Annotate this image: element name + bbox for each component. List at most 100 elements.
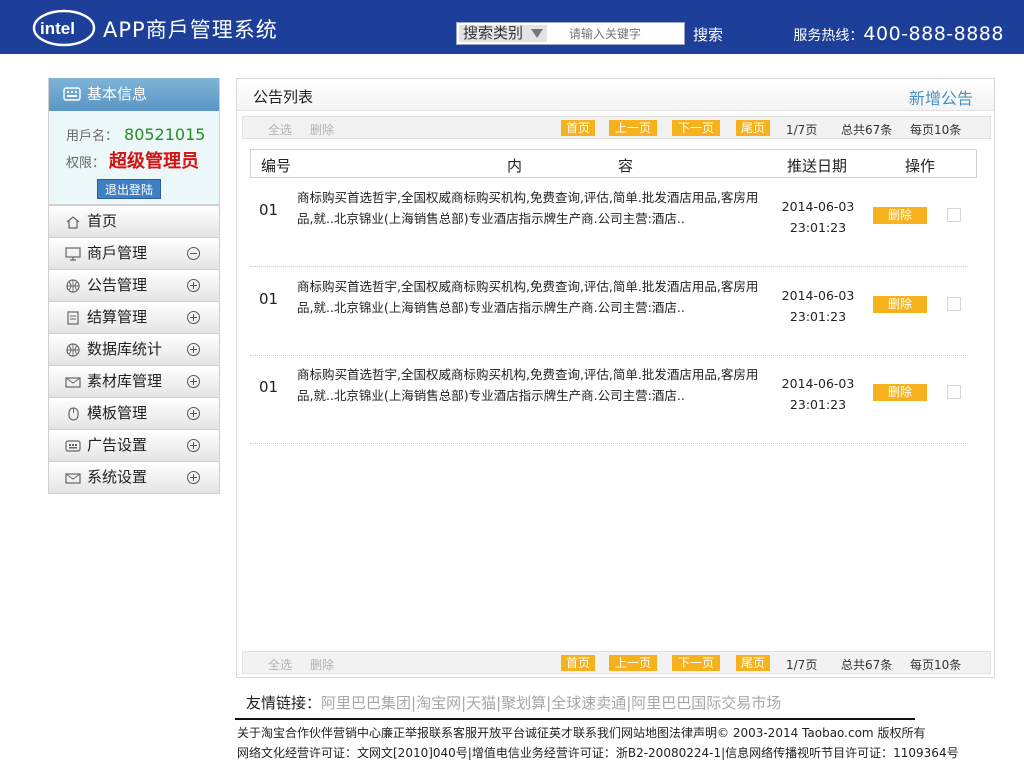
delete-button[interactable]: 删除 [873,384,927,401]
total-count: 总共67条 [841,123,893,137]
friend-links-list[interactable]: 阿里巴巴集团|淘宝网|天猫|聚划算|全球速卖通|阿里巴巴国际交易市场 [321,694,781,712]
globe-icon [66,279,80,293]
row-content: 商标购买首选哲宇,全国权威商标购买机构,免费查询,评估,简单.批发酒店用品,客房… [297,190,759,226]
home-icon [66,216,80,229]
globe-icon [66,343,80,357]
page-info: 1/7页 [786,123,818,137]
mail-icon [65,473,81,484]
sidebar-item-label: 商戶管理 [87,244,148,262]
sidebar-item-home[interactable]: 首页 [49,205,219,237]
table-row: 01 商标购买首选哲宇,全国权威商标购买机构,免费查询,评估,简单.批发酒店用品… [250,268,968,356]
sidebar-item-database-stats[interactable]: 数据库统计 [49,333,219,365]
bulk-delete-button[interactable]: 删除 [310,656,334,673]
sidebar-item-label: 公告管理 [87,276,148,294]
first-page-button[interactable]: 首页 [561,120,595,136]
per-page-count: 每页10条 [910,658,962,672]
sidebar-title: 基本信息 [87,85,148,103]
column-header-content-1: 内 [507,157,523,175]
sidebar-item-assets[interactable]: 素材库管理 [49,365,219,397]
prev-page-button[interactable]: 上一页 [609,655,657,671]
username-row: 用戶名： 80521015 [66,125,205,144]
next-page-button[interactable]: 下一页 [672,120,720,136]
friend-links-label: 友情链接： [246,694,322,712]
column-header-no: 编号 [261,157,292,175]
search-input[interactable] [553,25,681,42]
delete-button[interactable]: 删除 [873,296,927,313]
expand-icon[interactable] [187,311,200,324]
keyboard-icon [65,440,81,452]
select-all-button[interactable]: 全选 [268,656,292,673]
collapse-icon[interactable] [187,247,200,260]
sidebar: 基本信息 用戶名： 80521015 权限： 超级管理员 退出登陆 首页 商戶管理 … [48,78,220,494]
sidebar-item-templates[interactable]: 模板管理 [49,397,219,429]
hotline: 服务热线：400-888-8888 [793,23,1004,45]
footer-divider [235,718,915,720]
sidebar-item-ads[interactable]: 广告设置 [49,429,219,461]
sidebar-item-settlement[interactable]: 结算管理 [49,301,219,333]
hotline-number: 400-888-8888 [863,23,1004,45]
row-checkbox[interactable] [947,385,961,399]
dropdown-arrow-icon [531,29,543,38]
expand-icon[interactable] [187,279,200,292]
footer-license-line: 网络文化经营许可证：文网文[2010]040号|增值电信业务经营许可证：浙B2-… [237,746,959,760]
row-date-day: 2014-06-03 [781,376,855,391]
sidebar-item-label: 广告设置 [87,436,148,454]
expand-icon[interactable] [187,471,200,484]
search-category-select[interactable]: 搜索类别 [459,25,547,42]
row-date: 2014-06-03 23:01:23 [768,373,868,415]
notice-list-panel: 公告列表 新增公告 全选 删除 首页 上一页 下一页 尾页 1/7页 总共67条… [236,78,995,678]
sidebar-item-notice[interactable]: 公告管理 [49,269,219,301]
search-button[interactable]: 搜索 [693,24,723,45]
table-row: 01 商标购买首选哲宇,全国权威商标购买机构,免费查询,评估,简单.批发酒店用品… [250,356,968,444]
last-page-button[interactable]: 尾页 [736,120,770,136]
prev-page-button[interactable]: 上一页 [609,120,657,136]
sidebar-item-system[interactable]: 系统设置 [49,461,219,493]
row-date-time: 23:01:23 [789,309,847,324]
page-title: 公告列表 [253,88,314,106]
role-label: 权限： [66,156,106,171]
first-page-button[interactable]: 首页 [561,655,595,671]
table-header: 编号 内 容 推送日期 操作 [250,149,977,178]
expand-icon[interactable] [187,375,200,388]
column-header-content-2: 容 [618,157,634,175]
sidebar-header: 基本信息 [49,78,219,111]
intel-logo: intel [32,9,96,47]
row-content: 商标购买首选哲宇,全国权威商标购买机构,免费查询,评估,简单.批发酒店用品,客房… [297,279,759,315]
next-page-button[interactable]: 下一页 [672,655,720,671]
keyboard-icon [63,87,81,101]
row-checkbox[interactable] [947,297,961,311]
expand-icon[interactable] [187,439,200,452]
row-date-day: 2014-06-03 [781,288,855,303]
search-box: 搜索类别 [456,22,685,45]
mouse-icon [68,407,79,421]
row-date: 2014-06-03 23:01:23 [768,285,868,327]
panel-header: 公告列表 新增公告 [237,79,994,111]
user-info-panel: 用戶名： 80521015 权限： 超级管理员 退出登陆 [49,111,219,205]
document-icon [67,311,79,325]
username-value: 80521015 [124,125,206,144]
delete-button[interactable]: 删除 [873,207,927,224]
expand-icon[interactable] [187,407,200,420]
monitor-icon [65,247,81,261]
logout-button[interactable]: 退出登陆 [97,179,161,199]
row-checkbox[interactable] [947,208,961,222]
pager-top: 全选 删除 首页 上一页 下一页 尾页 1/7页 总共67条 每页10条 [242,116,991,139]
search-category-label: 搜索类别 [463,24,524,42]
add-notice-button[interactable]: 新增公告 [909,85,973,109]
expand-icon[interactable] [187,343,200,356]
bulk-delete-button[interactable]: 删除 [310,121,334,138]
top-header: intel APP商戶管理系统 搜索类别 搜索 服务热线：400-888-888… [0,0,1024,54]
app-title: APP商戶管理系统 [103,18,278,42]
sidebar-item-merchant[interactable]: 商戶管理 [49,237,219,269]
select-all-button[interactable]: 全选 [268,121,292,138]
row-date-time: 23:01:23 [789,397,847,412]
row-date-time: 23:01:23 [789,220,847,235]
footer-links-line: 关于淘宝合作伙伴营销中心廉正举报联系客服开放平台诚征英才联系我们网站地图法律声明… [237,726,926,740]
friend-links: 友情链接：阿里巴巴集团|淘宝网|天猫|聚划算|全球速卖通|阿里巴巴国际交易市场 [246,692,781,713]
username-label: 用戶名： [66,129,119,144]
row-date: 2014-06-03 23:01:23 [768,196,868,238]
sidebar-item-label: 首页 [87,212,118,230]
last-page-button[interactable]: 尾页 [736,655,770,671]
svg-text:intel: intel [40,19,75,38]
sidebar-item-label: 素材库管理 [87,372,163,390]
